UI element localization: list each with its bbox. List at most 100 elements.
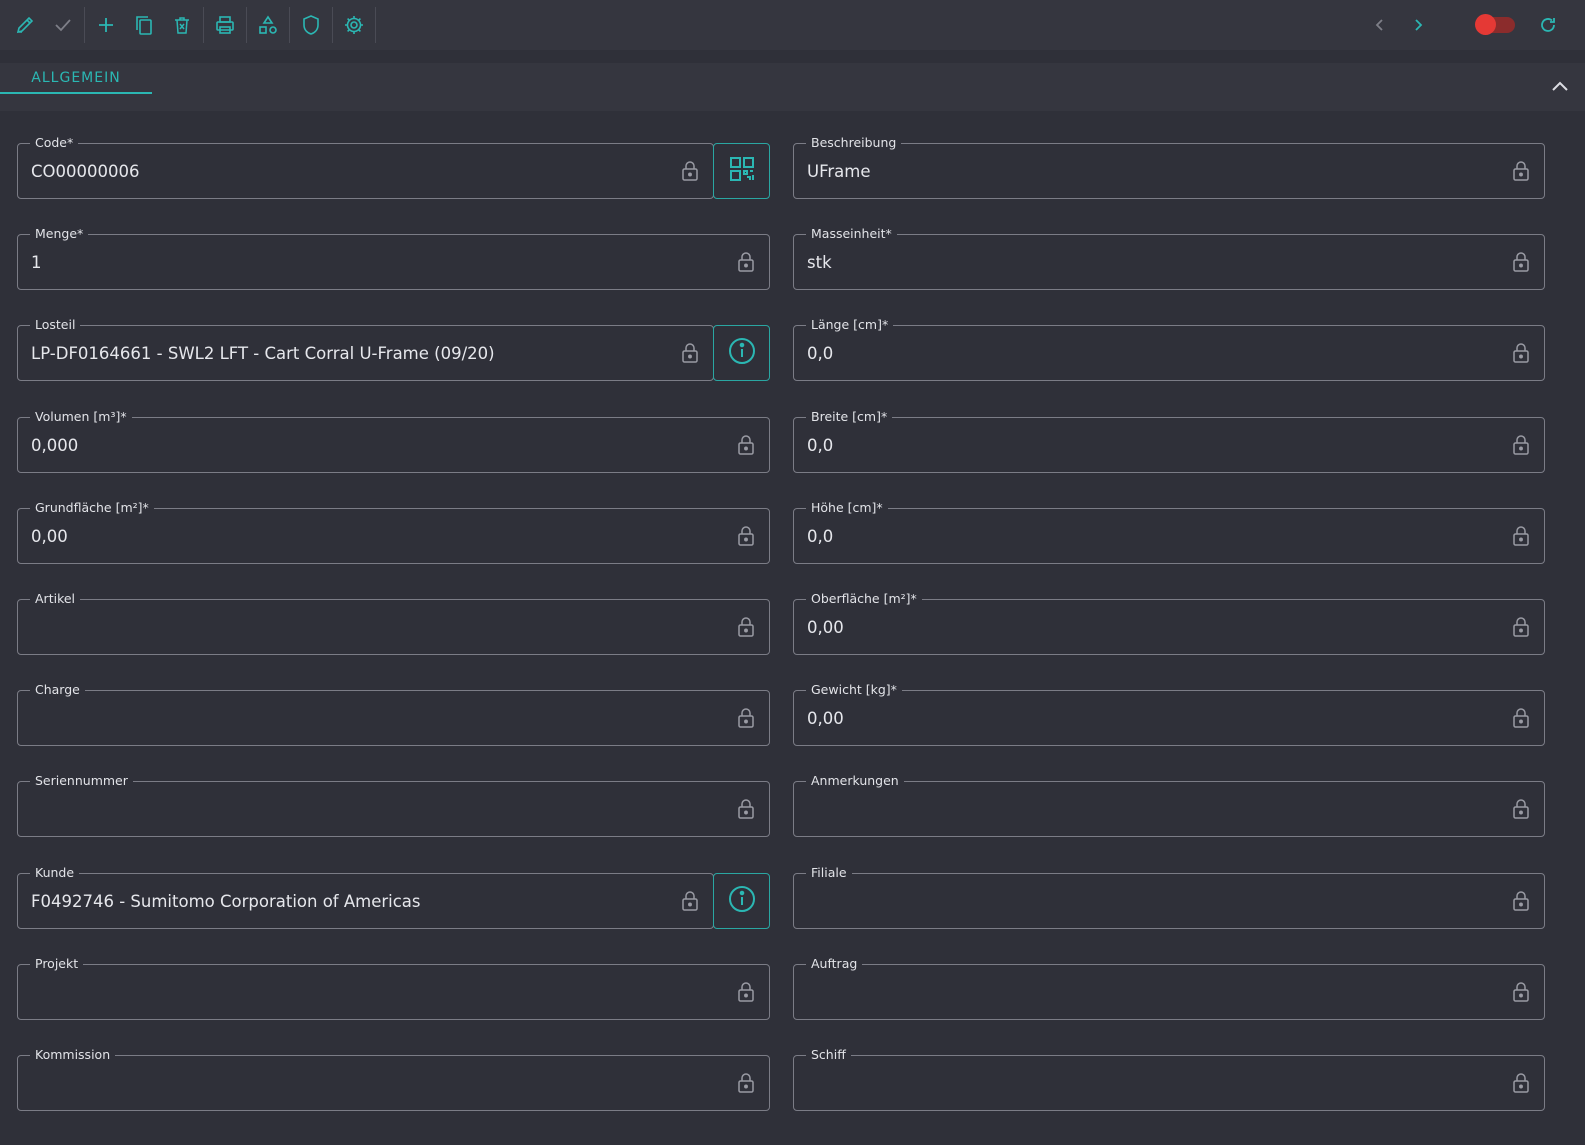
kunde-label: Kunde	[30, 865, 80, 881]
lock-icon	[737, 981, 755, 1003]
grundflaeche-label: Grundfläche [m²]*	[30, 500, 154, 516]
tab-bar: ALLGEMEIN	[0, 63, 1585, 111]
masseinheit-label: Masseinheit*	[806, 226, 897, 242]
gewicht-label: Gewicht [kg]*	[806, 682, 902, 698]
code-value: CO00000006	[31, 162, 140, 181]
copy-icon[interactable]	[125, 6, 163, 44]
hoehe-label: Höhe [cm]*	[806, 500, 888, 516]
oberflaeche-field[interactable]: Oberfläche [m²]* 0,00	[793, 591, 1545, 655]
lock-icon	[1512, 160, 1530, 182]
lock-icon	[1512, 342, 1530, 364]
lock-icon	[1512, 981, 1530, 1003]
losteil-value: LP-DF0164661 - SWL2 LFT - Cart Corral U-…	[31, 344, 495, 363]
qr-code-button[interactable]	[713, 143, 770, 199]
laenge-field[interactable]: Länge [cm]* 0,0	[793, 317, 1545, 381]
beschreibung-value: UFrame	[807, 162, 871, 181]
beschreibung-field[interactable]: Beschreibung UFrame	[793, 135, 1545, 199]
add-icon[interactable]	[87, 6, 125, 44]
lock-icon	[1512, 707, 1530, 729]
tab-allgemein[interactable]: ALLGEMEIN	[0, 63, 152, 94]
lock-icon	[681, 890, 699, 912]
artikel-label: Artikel	[30, 591, 81, 607]
charge-field[interactable]: Charge	[17, 682, 770, 746]
kommission-label: Kommission	[30, 1047, 116, 1063]
lock-icon	[737, 616, 755, 638]
seriennummer-field[interactable]: Seriennummer	[17, 773, 770, 837]
lock-icon	[1512, 798, 1530, 820]
chevron-right-icon[interactable]	[1399, 6, 1437, 44]
filiale-field[interactable]: Filiale	[793, 865, 1545, 929]
delete-icon[interactable]	[163, 6, 201, 44]
kunde-info-button[interactable]	[713, 873, 770, 929]
oberflaeche-value: 0,00	[807, 618, 844, 637]
auftrag-field[interactable]: Auftrag	[793, 956, 1545, 1020]
projekt-field[interactable]: Projekt	[17, 956, 770, 1020]
beschreibung-label: Beschreibung	[806, 135, 902, 151]
masseinheit-value: stk	[807, 253, 832, 272]
gear-icon[interactable]	[335, 6, 373, 44]
artikel-field[interactable]: Artikel	[17, 591, 770, 655]
menge-field[interactable]: Menge* 1	[17, 226, 770, 290]
lock-icon	[737, 1072, 755, 1094]
laenge-label: Länge [cm]*	[806, 317, 894, 333]
lock-icon	[1512, 1072, 1530, 1094]
toolbar	[0, 0, 1585, 50]
gewicht-field[interactable]: Gewicht [kg]* 0,00	[793, 682, 1545, 746]
grundflaeche-field[interactable]: Grundfläche [m²]* 0,00	[17, 500, 770, 564]
info-icon	[728, 885, 756, 917]
volumen-value: 0,000	[31, 436, 79, 455]
check-icon[interactable]	[44, 6, 82, 44]
hoehe-value: 0,0	[807, 527, 834, 546]
oberflaeche-label: Oberfläche [m²]*	[806, 591, 922, 607]
lock-icon	[1512, 251, 1530, 273]
edit-icon[interactable]	[6, 6, 44, 44]
code-field[interactable]: Code* CO00000006	[17, 135, 714, 199]
gewicht-value: 0,00	[807, 709, 844, 728]
lock-icon	[1512, 434, 1530, 456]
shapes-icon[interactable]	[249, 6, 287, 44]
anmerkungen-label: Anmerkungen	[806, 773, 904, 789]
info-icon	[728, 337, 756, 369]
projekt-label: Projekt	[30, 956, 84, 972]
lock-icon	[737, 434, 755, 456]
losteil-label: Losteil	[30, 317, 81, 333]
menge-value: 1	[31, 253, 42, 272]
laenge-value: 0,0	[807, 344, 834, 363]
kommission-field[interactable]: Kommission	[17, 1047, 770, 1111]
anmerkungen-field[interactable]: Anmerkungen	[793, 773, 1545, 837]
filiale-label: Filiale	[806, 865, 852, 881]
shield-icon[interactable]	[292, 6, 330, 44]
lock-icon	[737, 707, 755, 729]
breite-field[interactable]: Breite [cm]* 0,0	[793, 409, 1545, 473]
chevron-up-icon[interactable]	[1549, 75, 1571, 97]
lock-icon	[737, 251, 755, 273]
masseinheit-field[interactable]: Masseinheit* stk	[793, 226, 1545, 290]
charge-label: Charge	[30, 682, 85, 698]
breite-label: Breite [cm]*	[806, 409, 893, 425]
seriennummer-label: Seriennummer	[30, 773, 133, 789]
losteil-info-button[interactable]	[713, 325, 770, 381]
toggle-switch[interactable]	[1475, 14, 1515, 35]
volumen-field[interactable]: Volumen [m³]* 0,000	[17, 409, 770, 473]
volumen-label: Volumen [m³]*	[30, 409, 132, 425]
lock-icon	[737, 525, 755, 547]
code-label: Code*	[30, 135, 79, 151]
breite-value: 0,0	[807, 436, 834, 455]
schiff-field[interactable]: Schiff	[793, 1047, 1545, 1111]
lock-icon	[737, 798, 755, 820]
chevron-left-icon[interactable]	[1361, 6, 1399, 44]
hoehe-field[interactable]: Höhe [cm]* 0,0	[793, 500, 1545, 564]
print-icon[interactable]	[206, 6, 244, 44]
refresh-icon[interactable]	[1529, 6, 1567, 44]
lock-icon	[681, 342, 699, 364]
kunde-value: F0492746 - Sumitomo Corporation of Ameri…	[31, 892, 421, 911]
menge-label: Menge*	[30, 226, 89, 242]
grundflaeche-value: 0,00	[31, 527, 68, 546]
qr-code-icon	[729, 156, 755, 186]
auftrag-label: Auftrag	[806, 956, 863, 972]
schiff-label: Schiff	[806, 1047, 851, 1063]
kunde-field[interactable]: Kunde F0492746 - Sumitomo Corporation of…	[17, 865, 714, 929]
lock-icon	[1512, 890, 1530, 912]
losteil-field[interactable]: Losteil LP-DF0164661 - SWL2 LFT - Cart C…	[17, 317, 714, 381]
lock-icon	[1512, 525, 1530, 547]
